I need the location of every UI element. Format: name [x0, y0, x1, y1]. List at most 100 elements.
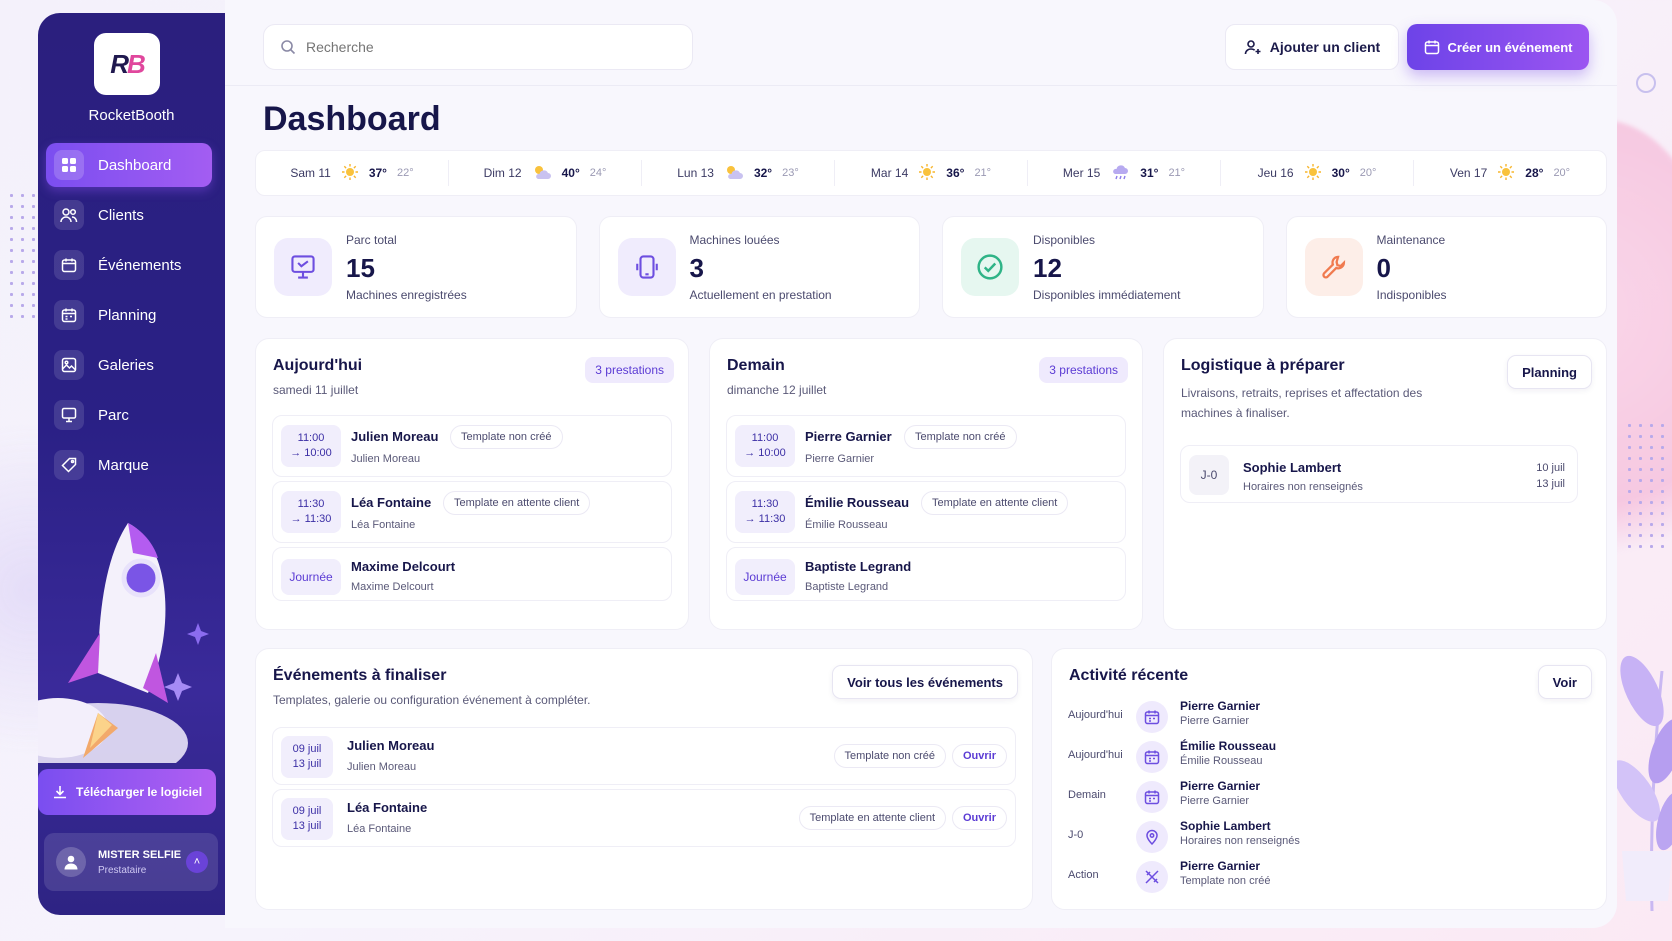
time-slot: Journée: [735, 559, 795, 595]
prestation-row[interactable]: Journée Maxime Delcourt Maxime Delcourt: [272, 547, 672, 601]
activity-item[interactable]: Aujourd'hui Émilie Rousseau Émilie Roussea…: [1068, 739, 1488, 779]
time-start: 11:30: [751, 498, 779, 510]
planning-button[interactable]: Planning: [1507, 355, 1592, 389]
tomorrow-card: Demain dimanche 12 juillet 3 prestations…: [709, 338, 1143, 630]
tomorrow-date: dimanche 12 juillet: [727, 383, 827, 397]
sidebar-item-label: Galeries: [98, 356, 154, 374]
stat-card[interactable]: Parc total 15 Machines enregistrées: [255, 216, 577, 318]
logistics-date-start: 10 juil: [1536, 462, 1565, 474]
weather-day: Mer 15 31° 21°: [1028, 160, 1221, 186]
logistics-item[interactable]: J-0 Sophie Lambert Horaires non renseign…: [1180, 445, 1578, 503]
activity-item[interactable]: Demain Pierre Garnier Pierre Garnier: [1068, 779, 1488, 819]
user-card[interactable]: MISTER SELFIE Prestataire ˄: [44, 833, 218, 891]
view-all-events-button[interactable]: Voir tous les événements: [832, 665, 1018, 699]
chevron-up-icon[interactable]: ˄: [186, 851, 208, 873]
activity-name: Pierre Garnier: [1180, 779, 1261, 793]
users-icon: [54, 200, 84, 230]
prestation-row[interactable]: 11:30 → 11:30 Émilie Rousseau Émilie Rousse…: [726, 481, 1126, 543]
brand-name: RocketBooth: [88, 107, 175, 124]
time-start: 11:00: [297, 432, 325, 444]
weather-max-temp: 37°: [368, 166, 387, 180]
event-date-end: 13 juil: [292, 820, 322, 832]
sidebar-item-galeries[interactable]: Galeries: [46, 343, 212, 387]
template-status-badge: Template non créé: [904, 425, 1017, 449]
rocket-illustration: [38, 523, 209, 763]
activity-title: Activité récente: [1069, 667, 1189, 684]
activity-time: Aujourd'hui: [1068, 749, 1123, 761]
weather-day-label: Lun 13: [677, 166, 714, 180]
weather-max-temp: 30°: [1331, 166, 1350, 180]
sidebar-item-label: Clients: [98, 206, 144, 224]
activity-detail: Émilie Rousseau: [1180, 755, 1263, 767]
prestation-row[interactable]: 11:30 → 11:30 Léa Fontaine Léa Fontaine Temp…: [272, 481, 672, 543]
logistics-item-name: Sophie Lambert: [1243, 460, 1342, 475]
weather-day-label: Mer 15: [1062, 166, 1101, 180]
partly-cloudy-icon: [532, 163, 552, 184]
client-subname: Pierre Garnier: [805, 453, 875, 465]
search-input[interactable]: [306, 39, 646, 55]
activity-item[interactable]: Aujourd'hui Pierre Garnier Pierre Garnier: [1068, 699, 1488, 739]
today-count-badge[interactable]: 3 prestations: [585, 357, 674, 383]
time-slot: 11:30 → 11:30: [735, 491, 795, 533]
weather-min-temp: 21°: [974, 167, 992, 179]
stat-value: 3: [689, 252, 704, 283]
brand-logo[interactable]: RB: [94, 33, 160, 95]
sidebar-item-evenements[interactable]: Événements: [46, 243, 212, 287]
event-client-name: Léa Fontaine: [347, 800, 428, 815]
stat-card[interactable]: Machines louées 3 Actuellement en prestati…: [598, 216, 920, 318]
tag-icon: [54, 450, 84, 480]
sidebar-item-dashboard[interactable]: Dashboard: [46, 143, 212, 187]
time-slot: 11:00 → 10:00: [281, 425, 341, 467]
weather-min-temp: 20°: [1553, 167, 1571, 179]
activity-name: Sophie Lambert: [1180, 819, 1271, 833]
weather-max-temp: 36°: [946, 166, 965, 180]
template-status-badge: Template en attente client: [921, 491, 1069, 515]
client-subname: Léa Fontaine: [351, 519, 416, 531]
sidebar-item-marque[interactable]: Marque: [46, 443, 212, 487]
add-client-button[interactable]: Ajouter un client: [1225, 24, 1399, 70]
weather-min-temp: 20°: [1359, 167, 1377, 179]
time-slot: 11:00 → 10:00: [735, 425, 795, 467]
view-activity-button[interactable]: Voir: [1537, 665, 1592, 699]
search-box[interactable]: [263, 24, 693, 70]
sidebar-item-clients[interactable]: Clients: [46, 193, 212, 237]
sidebar-item-label: Marque: [98, 456, 149, 474]
create-event-label: Créer un événement: [1447, 39, 1573, 55]
stat-card[interactable]: Maintenance 0 Indisponibles: [1285, 216, 1607, 318]
weather-day-label: Mar 14: [870, 166, 909, 180]
monitor-icon: [274, 238, 332, 296]
event-date-start: 09 juil: [292, 743, 322, 755]
sidebar-item-parc[interactable]: Parc: [46, 393, 212, 437]
sidebar-item-planning[interactable]: Planning: [46, 293, 212, 337]
user-avatar-icon: [56, 847, 86, 877]
time-end: → 10:00: [290, 447, 332, 459]
activity-item[interactable]: Action Pierre Garnier Template non créé: [1068, 859, 1488, 899]
logistics-title: Logistique à préparer: [1181, 357, 1345, 374]
tools-icon: [1136, 861, 1168, 893]
weather-max-temp: 40°: [561, 166, 580, 180]
calendar-icon: [54, 250, 84, 280]
event-row[interactable]: 09 juil 13 juil Julien Moreau Julien Moreau…: [272, 727, 1016, 785]
open-event-button[interactable]: Ouvrir: [951, 744, 1007, 768]
tomorrow-count-badge[interactable]: 3 prestations: [1039, 357, 1128, 383]
event-row[interactable]: 09 juil 13 juil Léa Fontaine Léa Fontaine Ou…: [272, 789, 1016, 847]
calendar-icon: [1136, 701, 1168, 733]
activity-item[interactable]: J-0 Sophie Lambert Horaires non renseignés: [1068, 819, 1488, 859]
activity-time: Demain: [1068, 789, 1106, 801]
prestation-row[interactable]: 11:00 → 10:00 Julien Moreau Julien Moreau Te…: [272, 415, 672, 477]
client-subname: Baptiste Legrand: [805, 581, 889, 593]
time-end: → 11:30: [290, 513, 332, 525]
logistics-desc: machines à finaliser.: [1181, 406, 1290, 420]
time-start: Journée: [743, 569, 787, 584]
stat-card[interactable]: Disponibles 12 Disponibles immédiatement: [942, 216, 1264, 318]
phone-icon: [617, 238, 676, 296]
stat-value: 15: [346, 252, 375, 283]
weather-day: Dim 12 40° 24°: [449, 160, 642, 186]
open-event-button[interactable]: Ouvrir: [951, 806, 1007, 830]
download-software-button[interactable]: Télécharger le logiciel: [38, 769, 216, 815]
sun-icon: [341, 163, 359, 184]
prestation-row[interactable]: Journée Baptiste Legrand Baptiste Legrand: [726, 547, 1126, 601]
create-event-button[interactable]: Créer un événement: [1407, 24, 1589, 70]
prestation-row[interactable]: 11:00 → 10:00 Pierre Garnier Pierre Garnier…: [726, 415, 1126, 477]
rain-icon: [1110, 163, 1130, 184]
